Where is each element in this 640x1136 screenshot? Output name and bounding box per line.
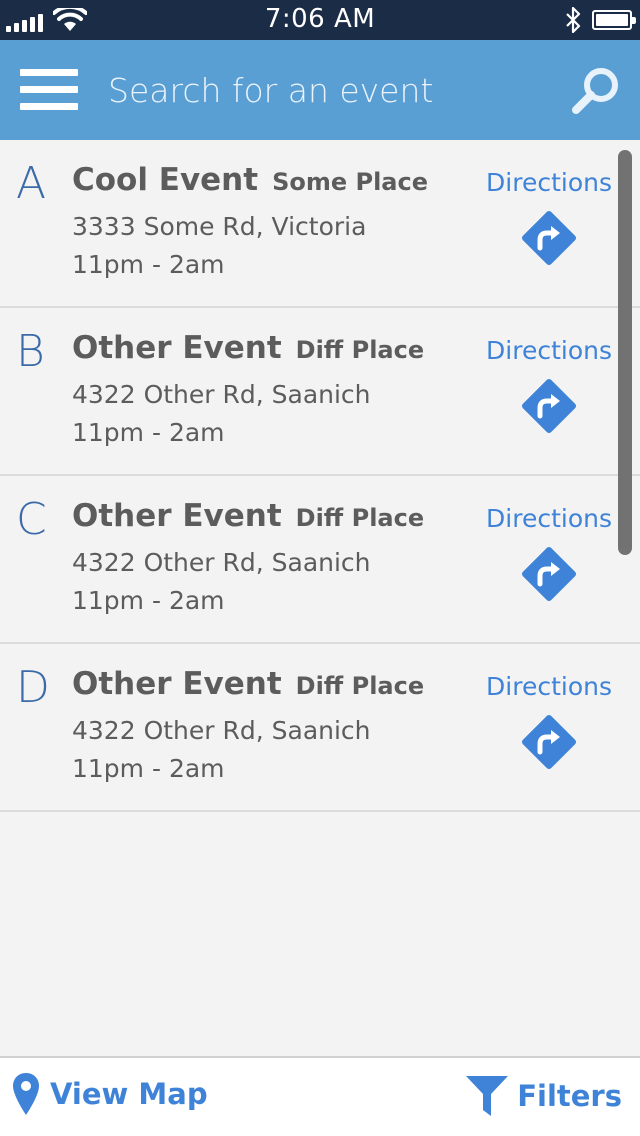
status-right bbox=[564, 7, 636, 33]
event-address: 4322 Other Rd, Saanich bbox=[72, 548, 371, 577]
event-letter: A bbox=[16, 158, 47, 209]
directions-button[interactable]: Directions bbox=[474, 504, 624, 607]
event-place: Diff Place bbox=[295, 336, 425, 364]
directions-label: Directions bbox=[486, 168, 612, 197]
view-map-label: View Map bbox=[50, 1077, 208, 1111]
directions-button[interactable]: Directions bbox=[474, 336, 624, 439]
event-time: 11pm - 2am bbox=[72, 754, 225, 783]
event-name: Other Event bbox=[72, 666, 282, 702]
event-title-line: Cool Event Some Place bbox=[72, 162, 428, 198]
event-address: 4322 Other Rd, Saanich bbox=[72, 716, 371, 745]
event-address: 4322 Other Rd, Saanich bbox=[72, 380, 371, 409]
directions-button[interactable]: Directions bbox=[474, 168, 624, 271]
event-list: A Cool Event Some Place 3333 Some Rd, Vic… bbox=[0, 140, 640, 812]
directions-label: Directions bbox=[486, 672, 612, 701]
bottom-bar: View Map Filters bbox=[0, 1056, 640, 1136]
bluetooth-icon bbox=[566, 7, 581, 33]
map-pin-icon bbox=[13, 1073, 39, 1115]
event-name: Other Event bbox=[72, 330, 282, 366]
view-map-button[interactable]: View Map bbox=[12, 1072, 208, 1116]
event-row[interactable]: C Other Event Diff Place 4322 Other Rd, S… bbox=[0, 476, 640, 644]
event-title-line: Other Event Diff Place bbox=[72, 498, 424, 534]
directions-icon[interactable] bbox=[516, 709, 582, 775]
event-time: 11pm - 2am bbox=[72, 418, 225, 447]
event-row[interactable]: D Other Event Diff Place 4322 Other Rd, S… bbox=[0, 644, 640, 812]
status-time: 7:06 AM bbox=[264, 4, 376, 34]
hamburger-menu-icon[interactable] bbox=[20, 67, 78, 111]
event-name: Cool Event bbox=[72, 162, 259, 198]
event-place: Diff Place bbox=[295, 672, 425, 700]
directions-icon[interactable] bbox=[516, 205, 582, 271]
event-title-line: Other Event Diff Place bbox=[72, 666, 424, 702]
event-row[interactable]: A Cool Event Some Place 3333 Some Rd, Vic… bbox=[0, 140, 640, 308]
search-header bbox=[0, 40, 640, 140]
directions-icon[interactable] bbox=[516, 541, 582, 607]
status-bar: 7:06 AM bbox=[0, 0, 640, 40]
event-place: Diff Place bbox=[295, 504, 425, 532]
event-time: 11pm - 2am bbox=[72, 250, 225, 279]
directions-button[interactable]: Directions bbox=[474, 672, 624, 775]
event-place: Some Place bbox=[272, 168, 428, 196]
directions-label: Directions bbox=[486, 504, 612, 533]
event-time: 11pm - 2am bbox=[72, 586, 225, 615]
filter-funnel-icon bbox=[466, 1076, 509, 1116]
event-letter: D bbox=[16, 662, 50, 713]
search-icon[interactable] bbox=[570, 64, 622, 116]
directions-label: Directions bbox=[486, 336, 612, 365]
search-input[interactable] bbox=[108, 66, 548, 114]
filters-button[interactable]: Filters bbox=[465, 1074, 622, 1118]
event-name: Other Event bbox=[72, 498, 282, 534]
event-title-line: Other Event Diff Place bbox=[72, 330, 424, 366]
scrollbar[interactable] bbox=[618, 150, 632, 555]
directions-icon[interactable] bbox=[516, 373, 582, 439]
event-letter: C bbox=[16, 494, 47, 545]
event-row[interactable]: B Other Event Diff Place 4322 Other Rd, S… bbox=[0, 308, 640, 476]
battery-icon bbox=[592, 10, 636, 30]
filters-label: Filters bbox=[517, 1079, 622, 1113]
event-letter: B bbox=[16, 326, 45, 377]
event-address: 3333 Some Rd, Victoria bbox=[72, 212, 367, 241]
